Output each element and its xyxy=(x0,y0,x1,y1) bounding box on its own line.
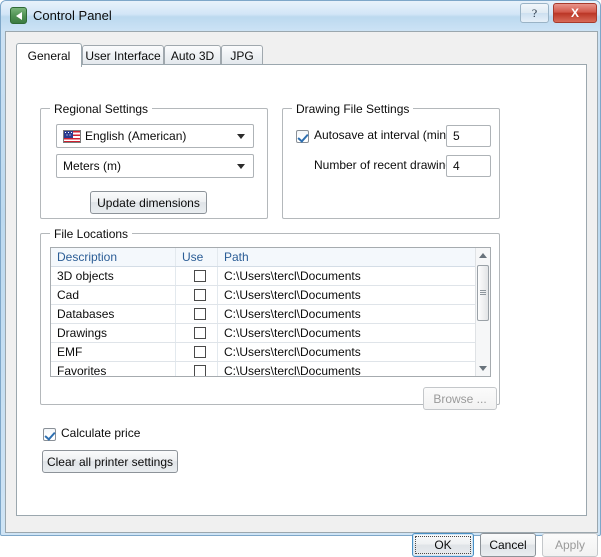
table-row[interactable]: Databases C:\Users\tercl\Documents xyxy=(51,304,490,324)
recent-drawings-input[interactable]: 4 xyxy=(446,155,491,177)
cell-use xyxy=(175,304,218,324)
cell-path: C:\Users\tercl\Documents xyxy=(217,323,490,343)
cell-description: EMF xyxy=(51,342,176,362)
update-dimensions-button[interactable]: Update dimensions xyxy=(90,191,207,214)
drawing-file-settings-title: Drawing File Settings xyxy=(292,102,414,116)
cell-use xyxy=(175,266,218,286)
cell-use xyxy=(175,342,218,362)
calculate-price-label: Calculate price xyxy=(61,426,141,440)
column-header-description[interactable]: Description xyxy=(51,248,176,267)
back-arrow-icon xyxy=(10,7,27,24)
cell-path: C:\Users\tercl\Documents xyxy=(217,304,490,324)
autosave-interval-input[interactable]: 5 xyxy=(446,125,491,147)
column-header-use[interactable]: Use xyxy=(175,248,218,267)
browse-button[interactable]: Browse ... xyxy=(423,387,497,410)
cell-description: Databases xyxy=(51,304,176,324)
cell-use xyxy=(175,285,218,305)
chevron-down-icon xyxy=(237,134,245,139)
table-row[interactable]: Drawings C:\Users\tercl\Documents xyxy=(51,323,490,343)
file-locations-title: File Locations xyxy=(50,227,133,241)
title-bar: Control Panel ? X xyxy=(1,1,600,30)
use-checkbox[interactable] xyxy=(193,288,206,301)
window-title: Control Panel xyxy=(33,8,112,23)
tab-auto-3d[interactable]: Auto 3D xyxy=(164,45,221,65)
apply-button[interactable]: Apply xyxy=(542,533,598,557)
use-checkbox[interactable] xyxy=(193,345,206,358)
ok-button[interactable]: OK xyxy=(412,533,474,557)
use-checkbox[interactable] xyxy=(193,326,206,339)
column-header-path[interactable]: Path xyxy=(217,248,490,267)
units-value: Meters (m) xyxy=(63,159,121,173)
tab-jpg[interactable]: JPG xyxy=(221,45,263,65)
cell-path: C:\Users\tercl\Documents xyxy=(217,361,490,376)
us-flag-icon xyxy=(63,130,81,143)
scroll-up-icon[interactable] xyxy=(476,248,490,263)
calculate-price-checkbox[interactable] xyxy=(43,428,56,441)
regional-settings-title: Regional Settings xyxy=(50,102,153,116)
file-locations-group: File Locations Description Use Path 3D o… xyxy=(40,227,500,405)
tab-user-interface[interactable]: User Interface xyxy=(82,45,164,65)
regional-settings-group: Regional Settings English (American) Met… xyxy=(40,102,268,219)
client-area: General User Interface Auto 3D JPG Regio… xyxy=(5,31,598,557)
cell-use xyxy=(175,361,218,376)
language-dropdown[interactable]: English (American) xyxy=(56,124,254,148)
use-checkbox[interactable] xyxy=(193,269,206,282)
cell-description: 3D objects xyxy=(51,266,176,286)
autosave-checkbox[interactable] xyxy=(296,130,309,143)
table-row[interactable]: EMF C:\Users\tercl\Documents xyxy=(51,342,490,362)
scroll-down-icon[interactable] xyxy=(476,361,490,376)
cell-path: C:\Users\tercl\Documents xyxy=(217,266,490,286)
clear-printer-settings-button[interactable]: Clear all printer settings xyxy=(42,450,178,473)
table-row[interactable]: Favorites C:\Users\tercl\Documents xyxy=(51,361,490,376)
file-locations-table: Description Use Path 3D objects C:\Users… xyxy=(50,247,491,377)
table-row[interactable]: 3D objects C:\Users\tercl\Documents xyxy=(51,266,490,286)
close-button[interactable]: X xyxy=(553,3,597,23)
cell-description: Favorites xyxy=(51,361,176,376)
scrollbar-thumb[interactable] xyxy=(477,265,489,321)
recent-drawings-label: Number of recent drawings xyxy=(314,158,459,172)
language-value: English (American) xyxy=(85,129,187,143)
table-header-row: Description Use Path xyxy=(51,248,490,267)
cell-description: Cad xyxy=(51,285,176,305)
control-panel-window: Control Panel ? X General User Interface… xyxy=(0,0,601,557)
cell-path: C:\Users\tercl\Documents xyxy=(217,285,490,305)
drawing-file-settings-group: Drawing File Settings Autosave at interv… xyxy=(282,102,500,219)
cell-use xyxy=(175,323,218,343)
cell-description: Drawings xyxy=(51,323,176,343)
table-vertical-scrollbar[interactable] xyxy=(475,248,490,376)
autosave-label: Autosave at interval (min) xyxy=(314,128,451,142)
table-row[interactable]: Cad C:\Users\tercl\Documents xyxy=(51,285,490,305)
tab-general[interactable]: General xyxy=(16,43,82,67)
units-dropdown[interactable]: Meters (m) xyxy=(56,154,254,178)
focus-ring xyxy=(415,536,471,554)
chevron-down-icon xyxy=(237,164,245,169)
file-locations-grid: Description Use Path 3D objects C:\Users… xyxy=(51,248,490,376)
cell-path: C:\Users\tercl\Documents xyxy=(217,342,490,362)
use-checkbox[interactable] xyxy=(193,307,206,320)
cancel-button[interactable]: Cancel xyxy=(480,533,536,557)
help-button[interactable]: ? xyxy=(520,3,549,23)
use-checkbox[interactable] xyxy=(193,364,206,376)
